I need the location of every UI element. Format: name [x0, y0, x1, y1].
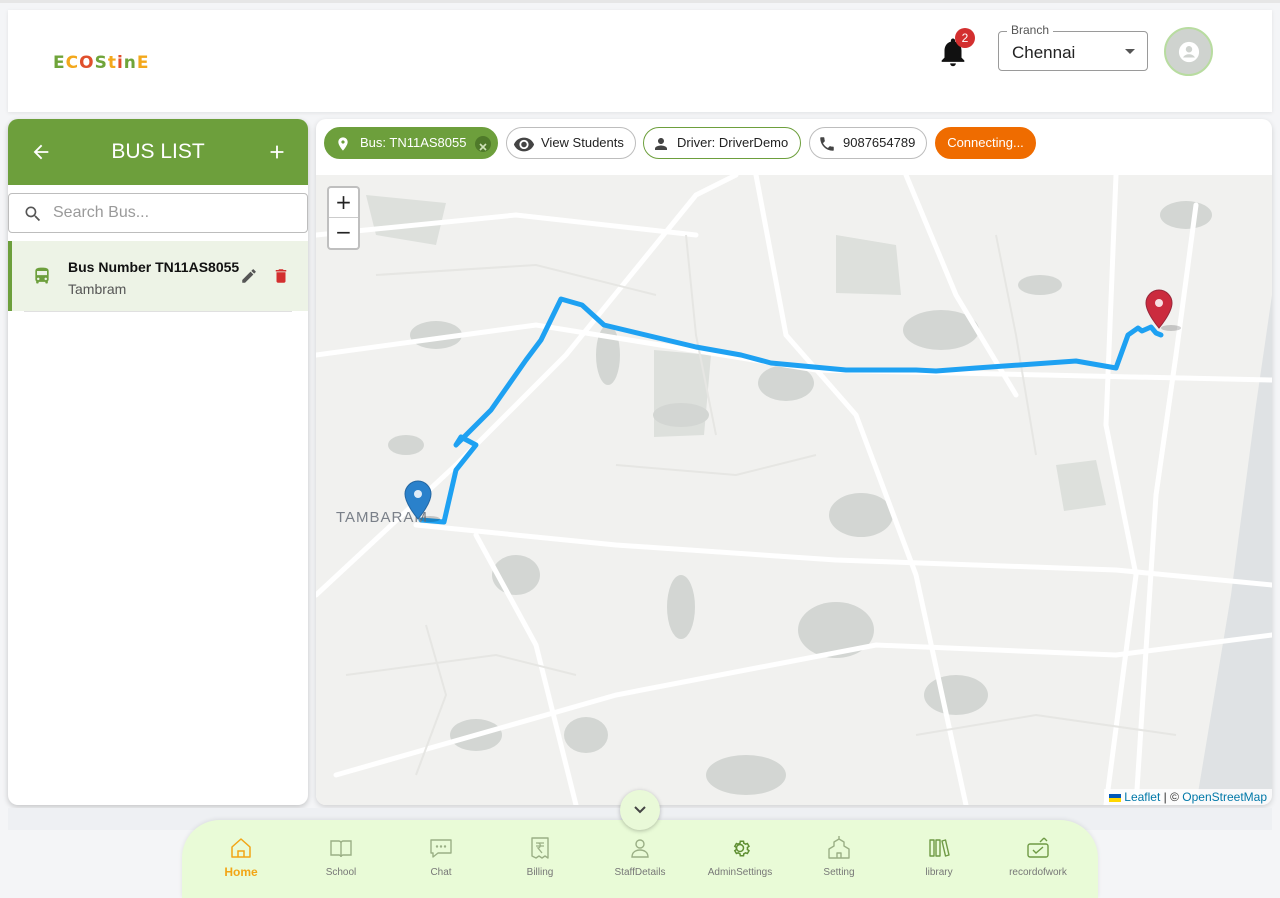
bus-location: Tambram — [68, 281, 127, 297]
brand-logo[interactable]: ECOStinE — [53, 53, 150, 73]
nav-chat-label: Chat — [430, 867, 452, 878]
bottom-navigation: Home School Chat Billing StaffDetails Ad… — [182, 820, 1098, 898]
zoom-control: + − — [327, 186, 360, 250]
collapse-nav-button[interactable] — [620, 790, 660, 830]
branch-value: Chennai — [1012, 43, 1076, 62]
openstreetmap-link[interactable]: OpenStreetMap — [1182, 790, 1267, 804]
branch-select[interactable]: Branch Chennai — [998, 23, 1148, 71]
connection-status-badge: Connecting... — [935, 127, 1036, 159]
ukraine-flag-icon — [1109, 793, 1122, 802]
route-map[interactable]: TAMBARAM + − Leaflet | © OpenStreetMap — [316, 175, 1272, 805]
bus-list-header: BUS LIST — [8, 119, 308, 185]
driver-chip[interactable]: Driver: DriverDemo — [643, 127, 801, 159]
nav-home[interactable]: Home — [191, 836, 291, 879]
gear-icon — [733, 840, 750, 857]
nav-chat[interactable]: Chat — [391, 836, 491, 878]
bus-chip-label: Bus: TN11AS8055 — [360, 135, 467, 150]
view-students-button[interactable]: View Students — [506, 127, 636, 159]
phone-number: 9087654789 — [843, 135, 916, 150]
bus-list-item[interactable]: Bus Number TN11AS8055 Tambram — [8, 241, 308, 311]
attribution-separator: | © — [1160, 790, 1183, 804]
person-icon — [655, 138, 667, 150]
notification-badge: 2 — [955, 28, 975, 48]
nav-school-label: School — [325, 867, 357, 878]
chevron-down-icon — [634, 806, 646, 814]
location-pin-icon — [338, 137, 348, 151]
nav-recordofwork[interactable]: recordofwork — [988, 836, 1088, 878]
nav-library[interactable]: library — [889, 836, 989, 878]
avatar[interactable] — [1164, 27, 1213, 76]
zoom-in-button[interactable]: + — [329, 188, 358, 218]
bus-list-panel: BUS LIST Bus Number TN11AS8055 Tambram — [8, 119, 308, 805]
map-attribution: Leaflet | © OpenStreetMap — [1104, 789, 1272, 805]
map-canvas[interactable]: TAMBARAM — [316, 175, 1272, 805]
building-icon — [828, 836, 850, 859]
home-icon — [231, 838, 251, 858]
book-icon — [330, 840, 352, 858]
person-icon — [631, 839, 649, 858]
zoom-out-button[interactable]: − — [329, 218, 358, 248]
phone-chip[interactable]: 9087654789 — [809, 127, 927, 159]
nav-library-label: library — [925, 867, 953, 878]
nav-staffdetails[interactable]: StaffDetails — [590, 836, 690, 878]
bus-number: Bus Number TN11AS8055 — [68, 259, 240, 275]
nav-billing-label: Billing — [526, 867, 554, 878]
nav-setting-label: Setting — [823, 867, 855, 878]
eye-icon — [513, 137, 535, 152]
add-icon[interactable] — [266, 141, 288, 163]
view-students-label: View Students — [541, 135, 624, 150]
search-icon — [25, 206, 41, 222]
nav-adminsettings-label: AdminSettings — [707, 867, 773, 878]
caret-down-icon — [1125, 49, 1135, 54]
nav-home-label: Home — [224, 865, 258, 879]
branch-label: Branch — [1007, 23, 1054, 37]
top-border — [0, 0, 1280, 3]
user-icon — [1178, 41, 1200, 63]
tracking-panel: Bus: TN11AS8055 View Students Driver: Dr… — [316, 119, 1272, 805]
search-bus-input[interactable] — [53, 200, 293, 226]
phone-icon — [820, 137, 834, 151]
leaflet-link[interactable]: Leaflet — [1124, 790, 1160, 804]
search-bus-field[interactable] — [8, 193, 308, 233]
driver-chip-label: Driver: DriverDemo — [677, 135, 789, 150]
nav-recordofwork-label: recordofwork — [1009, 867, 1067, 878]
delete-icon[interactable] — [272, 266, 290, 286]
nav-setting[interactable]: Setting — [789, 836, 889, 878]
library-icon — [929, 839, 950, 857]
billing-icon — [531, 837, 549, 859]
bus-chip[interactable]: Bus: TN11AS8055 — [324, 127, 498, 159]
edit-icon[interactable] — [240, 267, 258, 285]
record-icon — [1027, 837, 1049, 858]
nav-adminsettings[interactable]: AdminSettings — [690, 836, 790, 878]
chat-icon — [430, 839, 452, 858]
divider — [24, 311, 292, 312]
nav-school[interactable]: School — [291, 836, 391, 878]
close-icon[interactable] — [475, 136, 491, 152]
nav-billing[interactable]: Billing — [490, 836, 590, 878]
bus-list-title: BUS LIST — [111, 140, 205, 163]
nav-staffdetails-label: StaffDetails — [614, 867, 666, 878]
bus-icon — [35, 267, 49, 284]
